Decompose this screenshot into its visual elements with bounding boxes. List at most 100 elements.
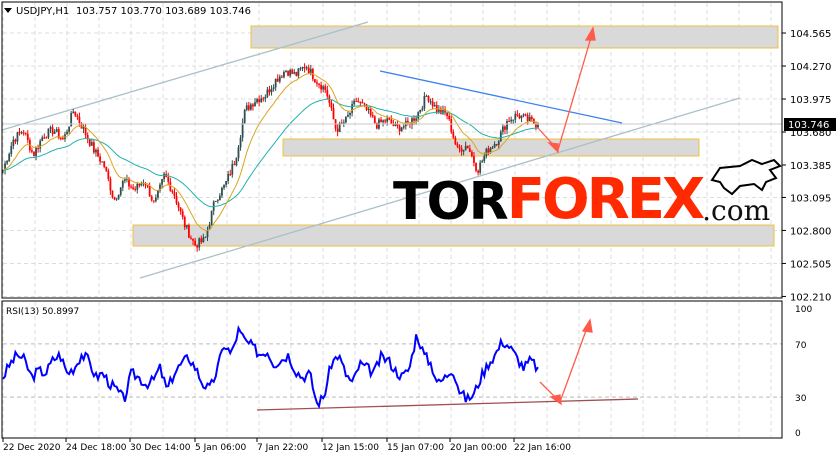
candle-body — [347, 114, 349, 117]
candle-body — [260, 98, 263, 103]
candle-body — [493, 143, 496, 148]
candle-body — [206, 229, 209, 238]
time-tick-label: 20 Jan 00:00 — [450, 443, 507, 453]
candle-body — [200, 238, 203, 243]
candle-body — [287, 70, 289, 76]
candle-body — [497, 141, 500, 146]
candle-body — [95, 149, 97, 153]
candle-body — [16, 132, 19, 142]
candle-body — [324, 86, 327, 90]
candle-body — [470, 152, 473, 157]
candle-body — [20, 132, 23, 134]
candle-body — [6, 161, 9, 164]
candle-body — [301, 67, 304, 69]
candle-body — [150, 196, 153, 201]
candle-body — [454, 137, 457, 145]
candle-body — [510, 119, 513, 122]
candle-body — [227, 174, 230, 182]
symbol-label: USDJPY,H1 — [16, 6, 69, 17]
price-tick-label: 102.210 — [790, 292, 831, 303]
candle-body — [134, 189, 137, 191]
candle-body — [499, 131, 502, 142]
candle-body — [320, 84, 323, 90]
candle-body — [528, 116, 531, 121]
candle-body — [24, 133, 27, 135]
candle-body — [49, 127, 52, 129]
candle-body — [270, 88, 273, 93]
candle-body — [18, 132, 21, 134]
candle-body — [268, 89, 271, 93]
rsi-axis: 100 70 30 0 — [795, 305, 812, 439]
candle-body — [132, 187, 135, 190]
candle-body — [202, 237, 205, 243]
candle-body — [194, 240, 197, 246]
candle-body — [386, 118, 389, 122]
time-tick-label: 12 Jan 15:00 — [322, 443, 379, 453]
candle-body — [12, 139, 15, 147]
candle-body — [97, 149, 99, 157]
candle-body — [421, 108, 424, 110]
candle-body — [154, 197, 157, 202]
candle-body — [262, 98, 265, 100]
resistance-zone[interactable] — [250, 25, 779, 49]
candle-body — [140, 183, 143, 186]
candle-body — [318, 83, 320, 85]
candle-body — [522, 114, 525, 116]
rsi-tick-label: 0 — [795, 429, 801, 439]
candle-body — [181, 211, 184, 217]
candle-body — [148, 185, 151, 197]
candle-body — [229, 174, 232, 176]
candle-body — [501, 126, 504, 132]
time-tick-label: 22 Dec 2020 — [3, 443, 61, 453]
candle-body — [419, 109, 422, 113]
rsi-label: RSI(13) 50.8997 — [6, 307, 79, 317]
candle-body — [344, 116, 347, 123]
resistance-trendline[interactable] — [379, 70, 623, 124]
candle-body — [51, 127, 54, 134]
candle-body — [305, 67, 308, 69]
dropdown-triangle-icon[interactable] — [4, 8, 12, 13]
price-tick-label: 103.385 — [790, 161, 831, 172]
candle-body — [353, 100, 356, 105]
candle-body — [198, 238, 201, 248]
candle-body — [62, 138, 64, 140]
candle-body — [72, 111, 75, 114]
candle-body — [425, 95, 428, 97]
price-tick-label: 104.270 — [790, 62, 831, 73]
candle-body — [314, 79, 316, 83]
candle-body — [136, 183, 139, 190]
candle-body — [173, 192, 176, 196]
candle-body — [243, 109, 246, 123]
candle-body — [336, 128, 339, 132]
rsi-tick-label: 100 — [795, 305, 812, 315]
forecast-arrow-rsi[interactable] — [539, 318, 593, 406]
candle-body — [188, 225, 190, 238]
time-tick-label: 22 Jan 16:00 — [514, 443, 571, 453]
logo-com: .com — [702, 194, 771, 227]
rsi-support-line[interactable] — [256, 398, 639, 411]
candle-body — [485, 148, 488, 156]
candle-body — [295, 72, 298, 76]
candle-body — [101, 161, 104, 163]
candle-body — [448, 115, 451, 120]
candle-body — [382, 120, 384, 123]
candle-body — [495, 143, 498, 146]
candle-body — [452, 132, 455, 138]
candle-body — [249, 104, 252, 110]
candle-body — [146, 185, 149, 187]
candle-body — [518, 115, 521, 119]
logo-tor: TOR — [393, 172, 509, 232]
candle-body — [280, 76, 283, 78]
candle-body — [266, 89, 269, 97]
candle-body — [332, 107, 335, 120]
candle-body — [196, 245, 199, 248]
candle-body — [355, 100, 358, 102]
price-axis[interactable]: 104.565104.270103.975103.680103.385103.0… — [782, 29, 831, 303]
candle-body — [456, 144, 459, 147]
support-zone-mid[interactable] — [282, 138, 700, 157]
candle-body — [491, 147, 494, 149]
candle-body — [276, 78, 279, 82]
candle-body — [537, 124, 539, 128]
candle-body — [516, 114, 519, 116]
time-axis[interactable]: 22 Dec 2020 24 Dec 18:00 30 Dec 14:00 5 Jan… — [2, 438, 571, 453]
